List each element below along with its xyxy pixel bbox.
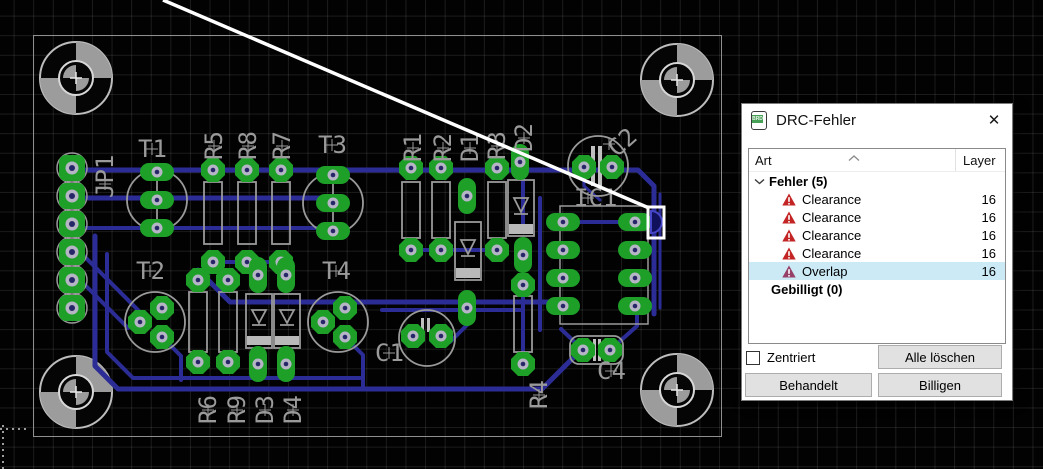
overlap-warning-icon: [782, 265, 796, 278]
sort-ascending-icon[interactable]: [848, 150, 860, 165]
silk-label-jp1: JP1: [91, 155, 119, 198]
column-header-layer[interactable]: Layer: [955, 149, 1005, 171]
processed-button[interactable]: Behandelt: [745, 373, 872, 397]
centered-checkbox-label: Zentriert: [767, 350, 816, 365]
silk-label-ic1: IC1: [574, 184, 617, 212]
tree-group-errors[interactable]: Fehler (5): [749, 172, 1005, 190]
approve-button[interactable]: Billigen: [878, 373, 1002, 397]
drc-error-row[interactable]: Clearance 16: [749, 208, 1005, 226]
clearance-warning-icon: [782, 211, 796, 224]
error-type-label: Clearance: [802, 191, 862, 207]
drc-error-row[interactable]: Clearance 16: [749, 190, 1005, 208]
dialog-title: DRC-Fehler: [776, 111, 857, 129]
drc-error-row[interactable]: Clearance 16: [749, 226, 1005, 244]
clearance-warning-icon: [782, 229, 796, 242]
centered-checkbox[interactable]: [746, 350, 760, 365]
list-header: Art Layer: [749, 149, 1005, 172]
chevron-down-icon[interactable]: [754, 178, 769, 185]
column-header-art[interactable]: Art: [749, 153, 772, 168]
drc-error-row[interactable]: Clearance 16: [749, 244, 1005, 262]
error-type-label: Clearance: [802, 209, 862, 225]
brd-document-icon: BRD: [751, 110, 767, 130]
sheet-corner-marks: [0, 425, 27, 469]
tree-group-approved[interactable]: Gebilligt (0): [749, 280, 1005, 298]
error-layer-value: 16: [981, 263, 996, 279]
centered-checkbox-row: Zentriert: [746, 350, 815, 365]
clearance-warning-icon: [782, 193, 796, 206]
clearance-warning-icon: [782, 247, 796, 260]
drc-error-dialog: BRD DRC-Fehler ✕ Art Layer Fehler (5) Cl…: [741, 103, 1013, 401]
error-type-label: Clearance: [802, 245, 862, 261]
close-icon[interactable]: ✕: [976, 104, 1012, 136]
drc-error-row[interactable]: Overlap 16: [749, 262, 1005, 280]
error-layer-value: 16: [981, 245, 996, 261]
drc-error-list: Art Layer Fehler (5) Clearance 16 Clearanc…: [748, 148, 1006, 344]
clear-all-button[interactable]: Alle löschen: [878, 345, 1002, 369]
error-layer-value: 16: [981, 227, 996, 243]
error-layer-value: 16: [981, 209, 996, 225]
approved-group-label: Gebilligt (0): [771, 281, 843, 297]
error-type-label: Overlap: [802, 263, 848, 279]
dialog-titlebar[interactable]: BRD DRC-Fehler ✕: [742, 104, 1012, 136]
error-type-label: Clearance: [802, 227, 862, 243]
error-layer-value: 16: [981, 191, 996, 207]
errors-group-label: Fehler (5): [769, 173, 828, 189]
pcb-editor-canvas: JP1 T1 R5 R8 R7 T3 R1 R2 D1 R3 D2 C2 IC1 T2 T4 C1 R6 R9 D3…: [0, 0, 1043, 469]
drc-error-rows: Clearance 16 Clearance 16 Clearance 16 Clearan…: [749, 190, 1005, 280]
